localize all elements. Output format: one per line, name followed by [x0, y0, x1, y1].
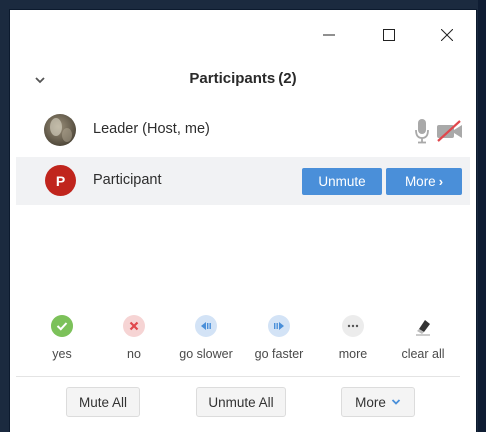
participant-name: Participant: [93, 172, 162, 188]
participant-name: Leader (Host, me): [93, 121, 210, 137]
more-options-button[interactable]: More: [341, 387, 415, 417]
maximize-button[interactable]: [366, 18, 412, 52]
reaction-go-slower-button[interactable]: go slower: [168, 310, 244, 361]
more-button-label: More: [404, 174, 436, 189]
participant-more-button[interactable]: More ›: [386, 168, 462, 195]
unmute-participant-button[interactable]: Unmute: [302, 168, 382, 195]
desktop-background: [478, 0, 486, 432]
panel-title: Participants (2): [10, 70, 476, 87]
maximize-icon: [383, 29, 395, 41]
fast-forward-icon: [268, 315, 290, 337]
reaction-label: go slower: [179, 347, 233, 361]
ellipsis-icon: [342, 315, 364, 337]
reaction-go-faster-button[interactable]: go faster: [241, 310, 317, 361]
unmute-all-button[interactable]: Unmute All: [196, 387, 286, 417]
participant-count: (2): [278, 70, 297, 87]
rewind-icon: [195, 315, 217, 337]
reaction-yes-button[interactable]: yes: [24, 310, 100, 361]
reaction-clear-all-button[interactable]: clear all: [385, 310, 461, 361]
close-button[interactable]: [424, 18, 470, 52]
chevron-down-icon: [391, 399, 401, 405]
divider: [16, 376, 460, 377]
avatar: [44, 114, 76, 146]
reaction-no-button[interactable]: no: [96, 310, 172, 361]
avatar: P: [45, 165, 76, 196]
participants-window: Participants (2) Leader (Host, me) P Part…: [10, 10, 476, 432]
video-off-icon: [437, 120, 462, 142]
participant-row-leader[interactable]: Leader (Host, me): [16, 106, 470, 154]
reaction-label: clear all: [401, 347, 445, 361]
reaction-label: more: [338, 347, 368, 361]
close-icon: [441, 29, 453, 41]
more-options-label: More: [355, 394, 386, 410]
minimize-button[interactable]: [306, 18, 352, 52]
x-icon: [123, 315, 145, 337]
feedback-reactions: yes no go slower go faster more clear al…: [10, 310, 476, 370]
check-icon: [51, 315, 73, 337]
reaction-more-button[interactable]: more: [315, 310, 391, 361]
panel-title-text: Participants: [189, 70, 276, 87]
panel-header: Participants (2): [10, 62, 476, 98]
microphone-icon: [415, 119, 429, 144]
minimize-icon: [323, 34, 335, 36]
participant-row-participant[interactable]: P Participant Unmute More ›: [16, 157, 470, 205]
reaction-label: no: [127, 347, 141, 361]
chevron-right-icon: ›: [438, 174, 444, 189]
reaction-label: yes: [52, 347, 72, 361]
leader-status-icons: [414, 118, 464, 144]
title-bar: [10, 10, 476, 58]
mute-all-button[interactable]: Mute All: [66, 387, 140, 417]
eraser-icon: [412, 315, 434, 337]
reaction-label: go faster: [254, 347, 304, 361]
